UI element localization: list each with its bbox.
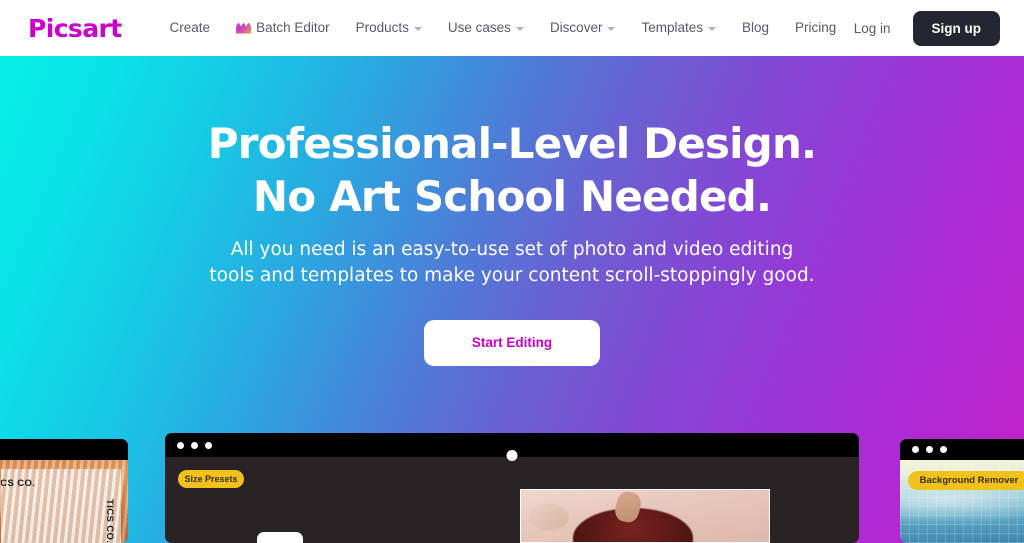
background-remover-pill[interactable]: Background Remover xyxy=(908,471,1024,490)
window-titlebar xyxy=(0,439,128,460)
chevron-down-icon xyxy=(413,27,422,31)
batch-editor-icon xyxy=(236,22,252,34)
nav-item-templates-label: Templates xyxy=(641,20,703,36)
preview-card-main[interactable]: Size Presets xyxy=(165,433,859,543)
nav-item-use-cases[interactable]: Use cases xyxy=(448,21,524,35)
window-dot-icon[interactable] xyxy=(191,441,198,449)
nav-item-blog[interactable]: Blog xyxy=(742,21,769,35)
canvas-selected-photo[interactable] xyxy=(520,489,770,543)
nav-item-create-label: Create xyxy=(169,20,211,36)
chevron-down-icon xyxy=(515,27,524,31)
size-presets-pill[interactable]: Size Presets xyxy=(178,470,244,488)
nav-item-blog-label: Blog xyxy=(741,20,770,36)
nav-item-discover-label: Discover xyxy=(549,20,603,36)
canvas-white-shape[interactable] xyxy=(257,532,303,543)
design-artboard: STHETICS CO. TICS CO. xyxy=(1,469,121,543)
window-dot-icon[interactable] xyxy=(177,441,184,449)
nav-item-products-label: Products xyxy=(355,20,409,36)
main-nav-links: Create Batch Editor Products Use cases D… xyxy=(170,21,837,35)
hero-cta-wrapper: Start Editing xyxy=(0,319,1024,366)
page-title: Professional-Level Design. No Art School… xyxy=(0,118,1024,223)
preview-card-right-canvas: Background Remover xyxy=(900,460,1024,543)
subhead-line-1: All you need is an easy-to-use set of ph… xyxy=(230,239,794,260)
hero-section: Professional-Level Design. No Art School… xyxy=(0,56,1024,543)
nav-item-batch-editor[interactable]: Batch Editor xyxy=(236,21,330,35)
top-navigation-bar: Picsart Create Batch Editor Products Use… xyxy=(0,0,1024,56)
headline-line-2: No Art School Needed. xyxy=(252,171,772,221)
subhead-line-2: tools and templates to make your content… xyxy=(209,265,815,287)
signup-button[interactable]: Sign up xyxy=(912,10,1000,46)
window-dot-icon[interactable] xyxy=(912,446,919,453)
nav-item-discover[interactable]: Discover xyxy=(550,21,616,35)
start-editing-button[interactable]: Start Editing xyxy=(424,319,600,366)
chevron-down-icon xyxy=(707,27,716,31)
login-link[interactable]: Log in xyxy=(854,21,891,36)
window-titlebar xyxy=(900,439,1024,460)
selection-rotate-handle[interactable] xyxy=(506,450,518,461)
window-dot-icon[interactable] xyxy=(926,446,933,453)
preview-card-left[interactable]: STHETICS CO. TICS CO. xyxy=(0,439,128,543)
picsart-logo[interactable]: Picsart xyxy=(28,16,122,41)
nav-account-actions: Log in Sign up xyxy=(854,10,1000,46)
nav-item-pricing-label: Pricing xyxy=(795,20,837,36)
preview-card-right[interactable]: Background Remover xyxy=(900,439,1024,543)
hero-subheading: All you need is an easy-to-use set of ph… xyxy=(0,237,1024,290)
nav-item-create[interactable]: Create xyxy=(170,21,211,35)
headline-line-1: Professional-Level Design. xyxy=(207,119,817,168)
chevron-down-icon xyxy=(607,27,616,31)
artboard-label-vertical: TICS CO. xyxy=(104,499,115,543)
photo-subject-hand xyxy=(529,504,569,530)
preview-card-left-canvas: STHETICS CO. TICS CO. xyxy=(0,460,128,543)
hero-content: Professional-Level Design. No Art School… xyxy=(0,56,1024,366)
window-dot-icon[interactable] xyxy=(205,441,212,449)
editor-preview-cards: STHETICS CO. TICS CO. Size Presets xyxy=(0,433,1024,543)
page-root: Picsart Create Batch Editor Products Use… xyxy=(0,0,1024,543)
nav-item-pricing[interactable]: Pricing xyxy=(795,21,836,35)
nav-item-use-cases-label: Use cases xyxy=(447,20,511,36)
nav-item-batch-editor-label: Batch Editor xyxy=(256,20,330,36)
artboard-label-horizontal: STHETICS CO. xyxy=(1,478,36,489)
nav-item-templates[interactable]: Templates xyxy=(641,21,716,35)
editor-canvas: Size Presets xyxy=(165,450,859,543)
window-dot-icon[interactable] xyxy=(940,446,947,453)
nav-item-products[interactable]: Products xyxy=(356,21,422,35)
